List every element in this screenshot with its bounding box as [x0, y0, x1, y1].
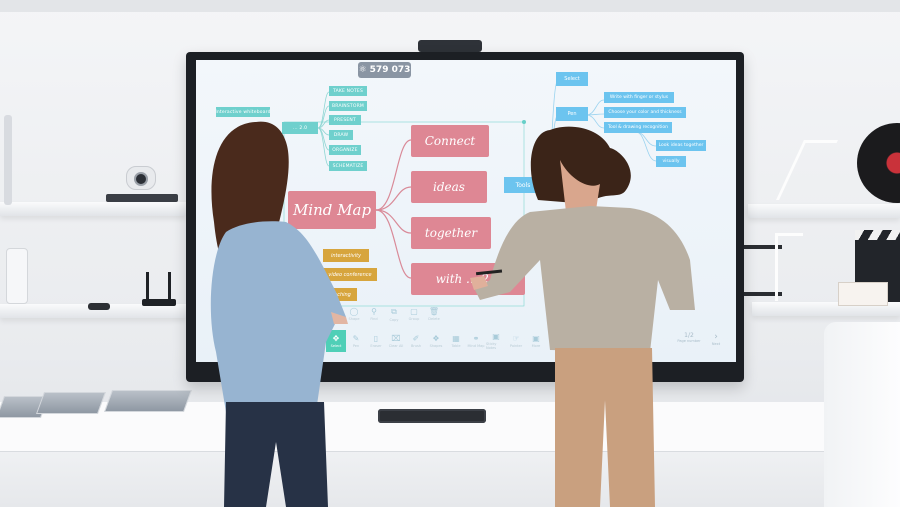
tool-clear-all[interactable]: ⌧ Clear All [386, 330, 406, 352]
ceiling [0, 0, 900, 12]
delete-icon: 🗑 [428, 307, 440, 316]
conference-camera [106, 166, 178, 202]
shelf-right-top [748, 204, 900, 218]
vinyl-record [857, 123, 900, 203]
node-feature[interactable]: TAKE NOTES [329, 86, 367, 96]
clear-all-icon: ⌧ [391, 334, 401, 343]
trousers [555, 348, 655, 507]
connector [375, 209, 412, 234]
copy-icon: ⧉ [391, 306, 397, 316]
room-code: 579 073 [369, 65, 411, 75]
lamp [4, 115, 12, 205]
chevron-right-icon: › [714, 332, 718, 342]
subtool-group[interactable]: ▢ Group [404, 303, 424, 325]
shape-icon: ❖ [432, 334, 440, 343]
remote-control [88, 303, 110, 310]
node-pen-child[interactable]: Choose your color and thickness [604, 107, 686, 118]
card-stand [838, 282, 888, 306]
blouse [475, 206, 695, 352]
tool-shapes[interactable]: ❖ Shapes [426, 330, 446, 352]
node-select[interactable]: Select [556, 72, 588, 86]
next-label: Next [711, 342, 721, 346]
shirt [210, 221, 346, 412]
display-webcam [418, 40, 482, 52]
subtool-copy[interactable]: ⧉ Copy [384, 303, 404, 325]
table-icon: ▦ [452, 334, 460, 343]
person-left [210, 121, 348, 507]
tool-brush[interactable]: ✐ Brush [406, 330, 426, 352]
node-pen-child[interactable]: Write with finger or stylus [604, 92, 674, 103]
connector [375, 186, 412, 211]
brush-icon: ✐ [412, 334, 420, 343]
desk-lamp-folded [775, 233, 803, 301]
shelf-left-top [0, 202, 186, 216]
person-right [470, 126, 695, 507]
tool-table[interactable]: ▦ Table [446, 330, 466, 352]
desk-lamp [776, 140, 838, 200]
office-scene: ⚛ 579 073 Interactive whiteboard ... 2.0… [0, 0, 900, 507]
subtool-delete[interactable]: 🗑 Delete [424, 303, 444, 325]
next-page-button[interactable]: › Next [708, 332, 724, 346]
white-object [6, 248, 28, 304]
connector [375, 139, 412, 211]
room-code-badge: ⚛ 579 073 [358, 62, 411, 78]
group-icon: ▢ [410, 307, 418, 316]
magazines [0, 390, 200, 424]
router [142, 270, 176, 306]
user-group-icon: ⚛ [358, 65, 367, 75]
white-pillar [824, 322, 900, 507]
connector [375, 209, 412, 279]
node-feature[interactable]: BRAINSTORM [329, 101, 367, 111]
jeans [224, 402, 328, 507]
node-pen[interactable]: Pen [556, 107, 588, 121]
